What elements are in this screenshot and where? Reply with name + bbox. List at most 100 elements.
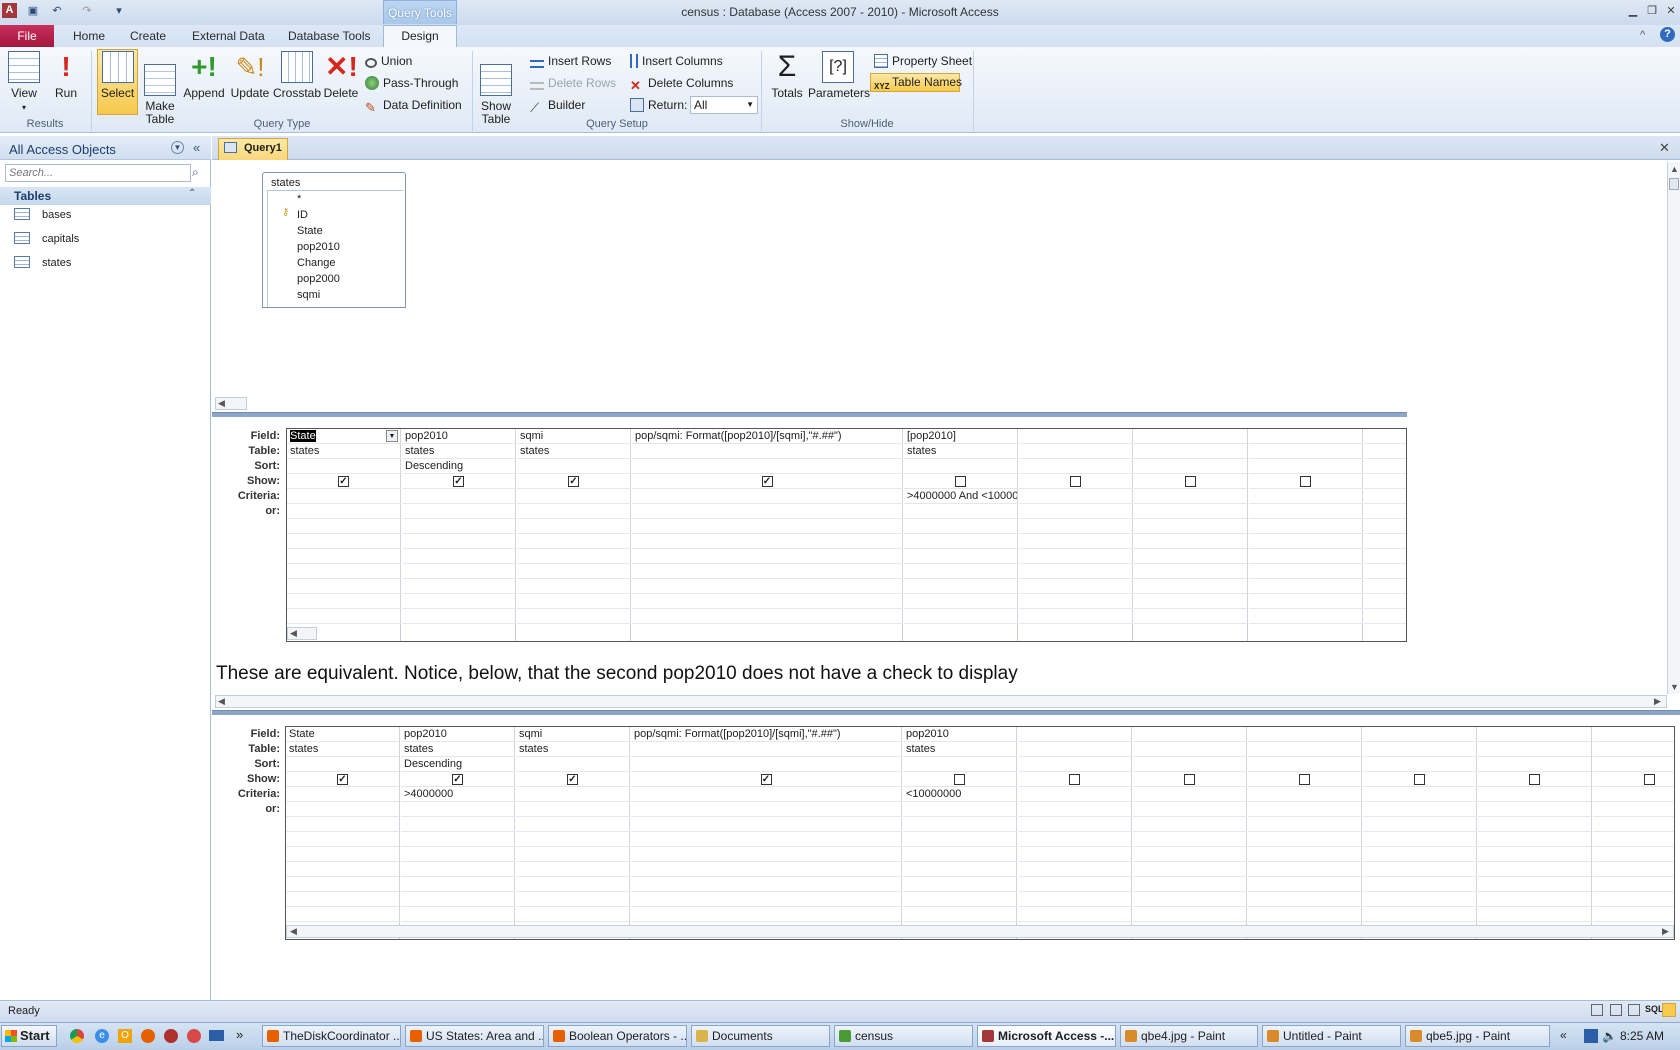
grid-cell-or[interactable] [1364, 564, 1406, 579]
grid-cell-or[interactable] [632, 579, 903, 594]
grid-cell-criteria[interactable] [287, 489, 401, 504]
tab-design[interactable]: Design [383, 25, 457, 48]
grid-cell-or[interactable] [287, 594, 401, 609]
grid-cell-or[interactable] [401, 817, 515, 832]
grid-cell-or[interactable] [1249, 609, 1363, 624]
scroll-thumb[interactable] [1669, 178, 1679, 190]
grid-cell-or[interactable] [286, 832, 400, 847]
grid-cell-or[interactable] [1593, 877, 1674, 892]
grid-cell-table[interactable]: states [401, 742, 515, 757]
grid-cell-or[interactable] [1248, 892, 1362, 907]
grid-cell-or[interactable] [632, 609, 903, 624]
parameters-button[interactable]: [?] Parameters [808, 49, 870, 115]
grid-cell-or[interactable] [1364, 609, 1406, 624]
grid-cell-or[interactable] [287, 504, 401, 519]
grid-cell-or[interactable] [1019, 594, 1133, 609]
grid-cell-table[interactable] [631, 742, 902, 757]
grid-cell-or[interactable] [1134, 609, 1248, 624]
grid-cell-field[interactable]: pop/sqmi: Format([pop2010]/[sqmi],"#.##"… [632, 429, 903, 444]
grid-cell-or[interactable] [1249, 519, 1363, 534]
grid-cell-or[interactable] [1363, 907, 1477, 922]
grid-cell-criteria[interactable]: >4000000 [401, 787, 515, 802]
grid-cell-sort[interactable] [1133, 757, 1247, 772]
grid-cell-sort[interactable] [517, 459, 631, 474]
pane-splitter[interactable] [212, 412, 1407, 417]
grid-cell-sort[interactable]: Descending [402, 459, 516, 474]
show-checkbox[interactable] [1414, 774, 1425, 785]
design-view-status-icon[interactable] [1662, 1003, 1676, 1017]
show-checkbox[interactable]: ✓ [567, 774, 578, 785]
grid-cell-or[interactable] [516, 892, 630, 907]
grid-cell-show[interactable]: ✓ [631, 772, 902, 787]
grid-cell-or[interactable] [1019, 579, 1133, 594]
grid-cell-or[interactable] [1363, 802, 1477, 817]
grid-cell-or[interactable] [286, 907, 400, 922]
grid-cell-or[interactable] [1364, 579, 1406, 594]
grid-cell-criteria[interactable] [286, 787, 400, 802]
grid-cell-or[interactable] [516, 832, 630, 847]
grid-cell-or[interactable] [1018, 832, 1132, 847]
taskbar-item[interactable]: Boolean Operators - ... [548, 1025, 687, 1047]
grid-cell-or[interactable] [1019, 609, 1133, 624]
grid-cell-criteria[interactable] [402, 489, 516, 504]
grid-cell-or[interactable] [903, 892, 1017, 907]
grid-cell-or[interactable] [1248, 847, 1362, 862]
pivottable-view-icon[interactable] [1610, 1004, 1622, 1016]
collapse-ribbon-icon[interactable]: ^ [1640, 29, 1645, 41]
show-checkbox[interactable] [1299, 774, 1310, 785]
grid-cell-or[interactable] [632, 519, 903, 534]
show-checkbox[interactable] [1070, 476, 1081, 487]
field-list-item[interactable]: sqmi [297, 289, 320, 301]
grid-cell-or[interactable] [1019, 564, 1133, 579]
grid-cell-or[interactable] [631, 817, 902, 832]
grid-cell-show[interactable]: ✓ [401, 772, 515, 787]
grid-cell-sort[interactable] [1248, 757, 1362, 772]
grid-cell-or[interactable] [286, 877, 400, 892]
scroll-right-icon[interactable]: ▶ [1662, 926, 1669, 937]
grid-cell-or[interactable] [1593, 847, 1674, 862]
grid-cell-show[interactable]: ✓ [632, 474, 903, 489]
update-button[interactable]: ✎! Update [228, 49, 272, 115]
grid-cell-sort[interactable] [286, 757, 400, 772]
grid-cell-or[interactable] [904, 594, 1018, 609]
grid-cell-or[interactable] [1478, 907, 1592, 922]
grid-cell-criteria[interactable] [1019, 489, 1133, 504]
grid-cell-or[interactable] [1593, 907, 1674, 922]
grid-cell-or[interactable] [1134, 549, 1248, 564]
grid-cell-or[interactable] [287, 534, 401, 549]
grid-cell-or[interactable] [632, 534, 903, 549]
tab-external-data[interactable]: External Data [192, 29, 265, 43]
taskbar-item[interactable]: Documents [691, 1025, 830, 1047]
tab-home[interactable]: Home [73, 29, 105, 43]
show-checkbox[interactable]: ✓ [760, 774, 772, 785]
chrome-icon[interactable] [70, 1029, 84, 1043]
grid-cell-or[interactable] [1364, 504, 1406, 519]
grid-cell-or[interactable] [401, 892, 515, 907]
grid-cell-or[interactable] [402, 609, 516, 624]
grid-cell-or[interactable] [1018, 847, 1132, 862]
grid-cell-or[interactable] [1133, 907, 1247, 922]
grid-cell-or[interactable] [904, 609, 1018, 624]
grid-cell-show[interactable] [1478, 772, 1592, 787]
grid-cell-or[interactable] [401, 907, 515, 922]
grid-cell-show[interactable] [1593, 772, 1674, 787]
grid-cell-or[interactable] [401, 877, 515, 892]
grid-cell-or[interactable] [904, 564, 1018, 579]
grid-cell-show[interactable]: ✓ [287, 474, 401, 489]
table-names-button[interactable]: XYZ Table Names [874, 73, 962, 91]
show-checkbox[interactable] [1300, 476, 1311, 487]
grid-cell-table[interactable] [1363, 742, 1477, 757]
grid-cell-or[interactable] [287, 564, 401, 579]
make-table-button[interactable]: Make Table [142, 49, 178, 126]
grid-cell-field[interactable] [1249, 429, 1363, 444]
grid-cell-or[interactable] [402, 564, 516, 579]
crosstab-button[interactable]: Crosstab [273, 49, 321, 115]
nav-item-capitals[interactable]: capitals [14, 229, 79, 251]
grid-cell-sort[interactable] [1249, 459, 1363, 474]
grid-cell-or[interactable] [631, 877, 902, 892]
grid-cell-field[interactable]: sqmi [516, 727, 630, 742]
grid-cell-field[interactable] [1019, 429, 1133, 444]
grid-cell-field[interactable] [1134, 429, 1248, 444]
grid-cell-or[interactable] [1363, 877, 1477, 892]
grid-cell-or[interactable] [1134, 534, 1248, 549]
